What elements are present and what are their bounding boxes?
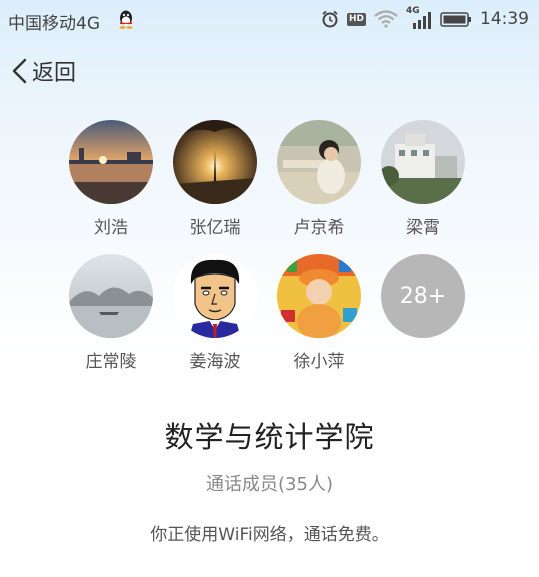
hd-voice-badge: HD: [346, 12, 366, 26]
member-item[interactable]: 梁霄: [368, 120, 478, 238]
avatar: [381, 120, 465, 204]
member-count-label: 通话成员(35人): [206, 474, 333, 495]
carrier-label: 中国移动4G: [8, 14, 100, 34]
back-label: 返回: [32, 61, 77, 86]
back-button[interactable]: 返回: [10, 55, 76, 87]
member-item[interactable]: 姜海波: [160, 254, 270, 372]
member-name: 卢京希: [293, 218, 345, 238]
wifi-call-notice: 你正使用WiFi网络，通话免费。: [150, 525, 389, 545]
wifi-icon: [374, 10, 398, 28]
member-name: 庄常陵: [85, 352, 137, 372]
more-members-count: 28+: [381, 254, 465, 338]
member-item[interactable]: 张亿瑞: [160, 120, 270, 238]
clock-time: 14:39: [480, 9, 529, 29]
avatar: [69, 120, 153, 204]
group-title: 数学与统计学院: [164, 420, 375, 454]
member-item[interactable]: 徐小萍: [264, 254, 374, 372]
avatar: [277, 120, 361, 204]
avatar: [69, 254, 153, 338]
member-name: 徐小萍: [293, 352, 345, 372]
avatar: [173, 120, 257, 204]
signal-bars-icon: [413, 12, 431, 29]
member-name: 张亿瑞: [189, 218, 241, 238]
avatar: [277, 254, 361, 338]
member-item[interactable]: 卢京希: [264, 120, 374, 238]
more-members-button[interactable]: 28+: [368, 254, 478, 338]
member-name: 刘浩: [94, 218, 128, 238]
avatar: [173, 254, 257, 338]
member-item[interactable]: 庄常陵: [56, 254, 166, 372]
alarm-clock-icon: [322, 10, 338, 28]
qq-icon: [119, 10, 133, 29]
member-item[interactable]: 刘浩: [56, 120, 166, 238]
chevron-left-icon: [12, 58, 27, 84]
status-bar: 中国移动4G HD 4G 14:39: [0, 0, 539, 38]
battery-icon: [440, 11, 471, 27]
cellular-signal: 4G: [406, 6, 432, 29]
member-name: 梁霄: [406, 218, 440, 238]
status-icons: HD 4G 14:39: [313, 6, 529, 30]
member-name: 姜海波: [189, 352, 241, 372]
